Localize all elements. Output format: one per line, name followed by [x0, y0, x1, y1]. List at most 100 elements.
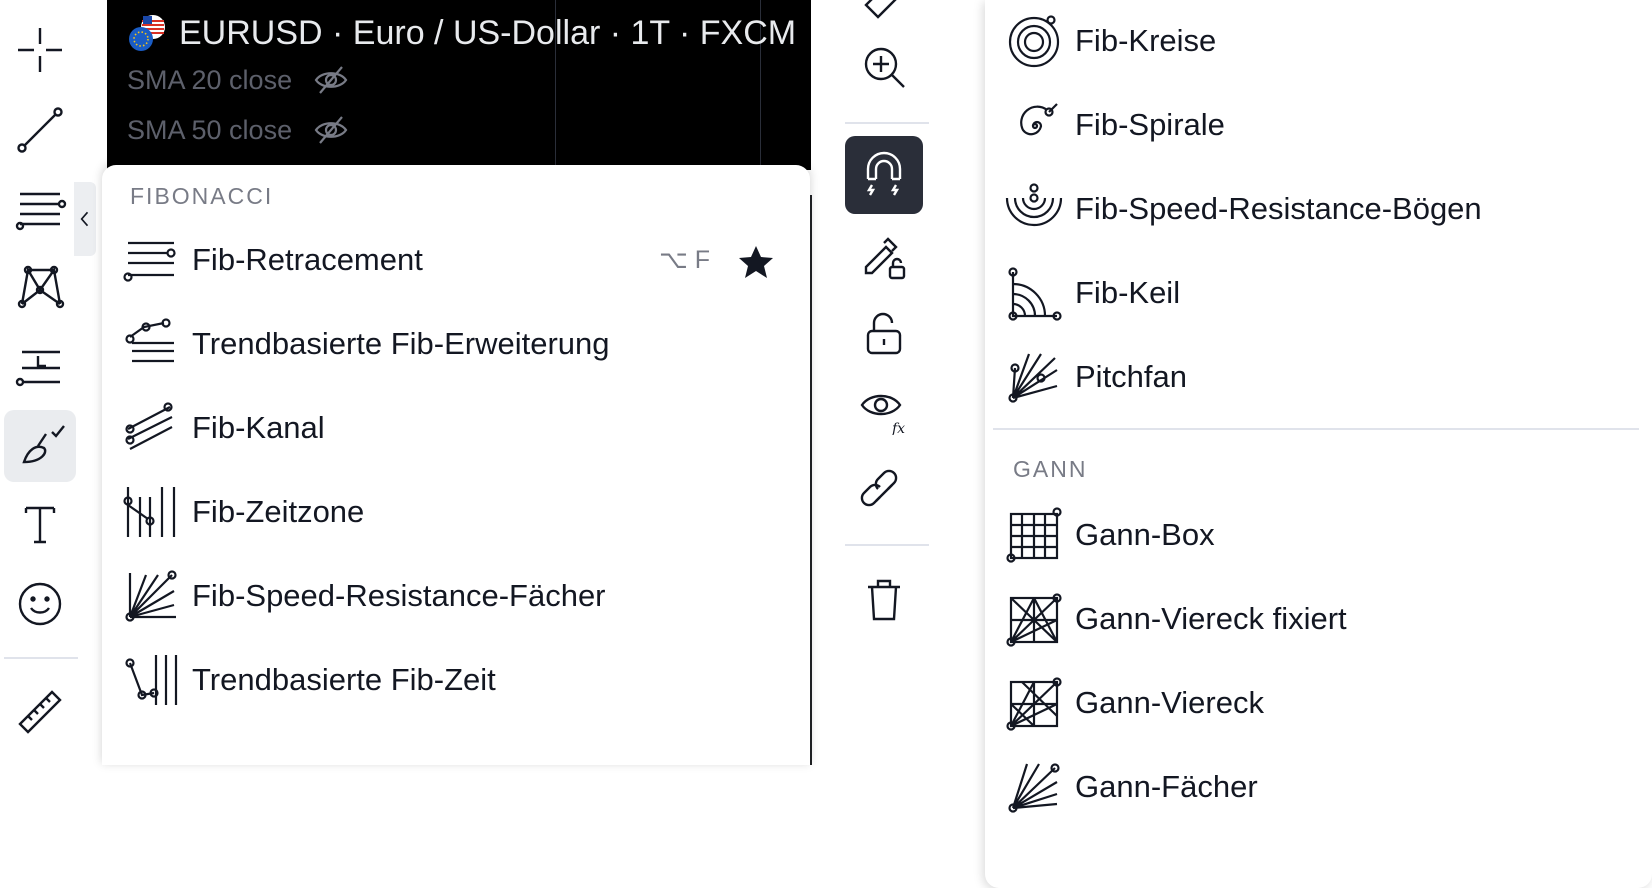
eye-crossed-icon[interactable]: [312, 111, 350, 149]
text-icon: [24, 506, 56, 544]
gann-square-icon: [1006, 677, 1062, 731]
fib-speed-arcs-icon: [1005, 183, 1063, 227]
fib-retracement-icon: [15, 192, 67, 231]
menu-item-label: Gann-Viereck: [1075, 685, 1264, 720]
trend-fib-extension-icon: [125, 318, 174, 363]
chevron-left-icon: [80, 211, 89, 227]
menu-item-trend-fib-extension[interactable]: Trendbasierte Fib-Erweiterung: [122, 307, 610, 381]
zoom-in-button[interactable]: [845, 28, 923, 106]
study-legend-sma20[interactable]: SMA 20 close: [127, 60, 350, 100]
fib-circles-icon: [1008, 15, 1060, 68]
symbol-title[interactable]: EURUSD · Euro / US-Dollar · 1T · FXCM: [125, 10, 796, 56]
eur-usd-flags-icon: [129, 15, 165, 51]
lock-all-button[interactable]: [845, 294, 923, 372]
toolbar-divider: [4, 657, 78, 659]
long-position-icon: [15, 350, 60, 387]
trend-line-tool[interactable]: [4, 94, 76, 166]
pitchfan-icon: [1008, 353, 1058, 403]
fib-wedge-icon: [1008, 267, 1062, 321]
crosshair-tool[interactable]: [4, 14, 76, 86]
menu-item-label: Gann-Box: [1075, 517, 1215, 552]
svg-text:fx: fx: [891, 421, 905, 435]
magnet-mode-button[interactable]: [845, 136, 923, 214]
menu-item-label: Fib-Zeitzone: [192, 494, 365, 529]
menu-item-fib-speed-fan[interactable]: Fib-Speed-Resistance-Fächer: [122, 559, 606, 633]
symbol-title-text: EURUSD · Euro / US-Dollar · 1T · FXCM: [179, 13, 797, 52]
menu-item-fib-speed-arcs[interactable]: Fib-Speed-Resistance-Bögen: [1005, 172, 1482, 246]
section-title-gann: GANN: [1013, 456, 1088, 482]
sync-drawings-button[interactable]: [845, 454, 923, 532]
section-divider: [993, 428, 1639, 430]
fib-timezone-icon: [123, 487, 176, 537]
ruler-icon: [18, 690, 62, 734]
menu-item-fib-circles[interactable]: Fib-Kreise: [1005, 4, 1216, 78]
menu-item-label: Trendbasierte Fib-Zeit: [192, 662, 496, 697]
ruler-tool[interactable]: [4, 676, 76, 748]
magnet-icon: [866, 151, 902, 196]
prediction-tool[interactable]: [4, 330, 76, 402]
trash-icon: [868, 579, 900, 621]
menu-item-label: Fib-Spirale: [1075, 107, 1225, 142]
menu-item-label: Fib-Kreise: [1075, 23, 1217, 58]
menu-item-label: Fib-Speed-Resistance-Fächer: [192, 578, 606, 613]
link-icon: [860, 469, 898, 507]
fib-speed-fan-icon: [125, 570, 177, 622]
fib-channel-icon: [125, 402, 173, 450]
menu-item-fib-timezone[interactable]: Fib-Zeitzone: [122, 475, 364, 549]
menu-item-label: Trendbasierte Fib-Erweiterung: [192, 326, 610, 361]
fib-tools-group[interactable]: [4, 174, 76, 246]
pencil-lock-icon: [864, 237, 906, 280]
shortcut-hint: ⌥ F: [658, 246, 710, 274]
text-tool[interactable]: [4, 488, 76, 560]
study-legend-sma50[interactable]: SMA 50 close: [127, 110, 350, 150]
menu-item-pitchfan[interactable]: Pitchfan: [1005, 340, 1187, 414]
study-label: SMA 20 close: [127, 64, 293, 95]
right-side-toolbar: fx: [835, 0, 945, 888]
brush-icon: [22, 425, 65, 464]
eye-crossed-icon[interactable]: [312, 61, 350, 99]
menu-item-fib-wedge[interactable]: Fib-Keil: [1005, 256, 1180, 330]
toolbar-divider: [845, 544, 929, 546]
expand-toolbar-button[interactable]: [74, 182, 96, 256]
remove-drawings-button[interactable]: [845, 560, 923, 638]
eye-fx-icon: fx: [860, 394, 905, 435]
trend-fib-time-icon: [125, 655, 178, 705]
chart-area[interactable]: EURUSD · Euro / US-Dollar · 1T · FXCM SM…: [107, 0, 811, 170]
pattern-tool[interactable]: [4, 250, 76, 322]
star-favorite-icon[interactable]: [736, 243, 776, 283]
xabcd-pattern-icon: [17, 265, 65, 309]
menu-item-label: Gann-Fächer: [1075, 769, 1258, 804]
menu-item-gann-square-fixed[interactable]: Gann-Viereck fixiert: [1005, 582, 1347, 656]
trend-line-icon: [17, 107, 63, 153]
smiley-icon: [18, 582, 62, 626]
emoji-tool[interactable]: [4, 568, 76, 640]
menu-item-gann-square[interactable]: Gann-Viereck: [1005, 666, 1264, 740]
menu-item-label: Pitchfan: [1075, 359, 1188, 394]
menu-item-fib-spiral[interactable]: Fib-Spirale: [1005, 88, 1225, 162]
drawing-tools-panel: Fib-Kreise Fib-Spirale Fib-Speed-Resista…: [985, 0, 1652, 888]
menu-item-fib-retracement[interactable]: Fib-Retracement: [122, 223, 423, 297]
study-label: SMA 50 close: [127, 114, 293, 145]
fib-spiral-icon: [1020, 103, 1058, 136]
zoom-in-icon: [864, 47, 905, 88]
menu-item-label: Fib-Keil: [1075, 275, 1181, 310]
fibonacci-menu: FIBONACCI Fib-Retracement ⌥ F Trendbasie…: [102, 165, 812, 765]
menu-item-label: Fib-Retracement: [192, 242, 423, 277]
menu-item-gann-fan[interactable]: Gann-Fächer: [1005, 750, 1258, 824]
crosshair-icon: [18, 28, 62, 72]
menu-item-gann-box[interactable]: Gann-Box: [1005, 498, 1215, 572]
section-title-fibonacci: FIBONACCI: [130, 183, 274, 209]
brush-tool[interactable]: [4, 410, 76, 482]
menu-item-fib-channel[interactable]: Fib-Kanal: [122, 391, 325, 465]
lock-drawings-button[interactable]: [845, 218, 923, 296]
hide-all-button[interactable]: fx: [845, 370, 923, 448]
gann-square-fixed-icon: [1006, 593, 1062, 647]
menu-item-trend-fib-time[interactable]: Trendbasierte Fib-Zeit: [122, 643, 496, 717]
menu-item-label: Fib-Speed-Resistance-Bögen: [1075, 191, 1482, 226]
left-drawing-toolbar: [0, 0, 100, 760]
menu-item-label: Gann-Viereck fixiert: [1075, 601, 1347, 636]
toolbar-divider: [845, 122, 929, 124]
gann-box-icon: [1006, 507, 1062, 563]
gann-fan-icon: [1008, 763, 1060, 813]
fib-retracement-icon: [123, 241, 176, 282]
